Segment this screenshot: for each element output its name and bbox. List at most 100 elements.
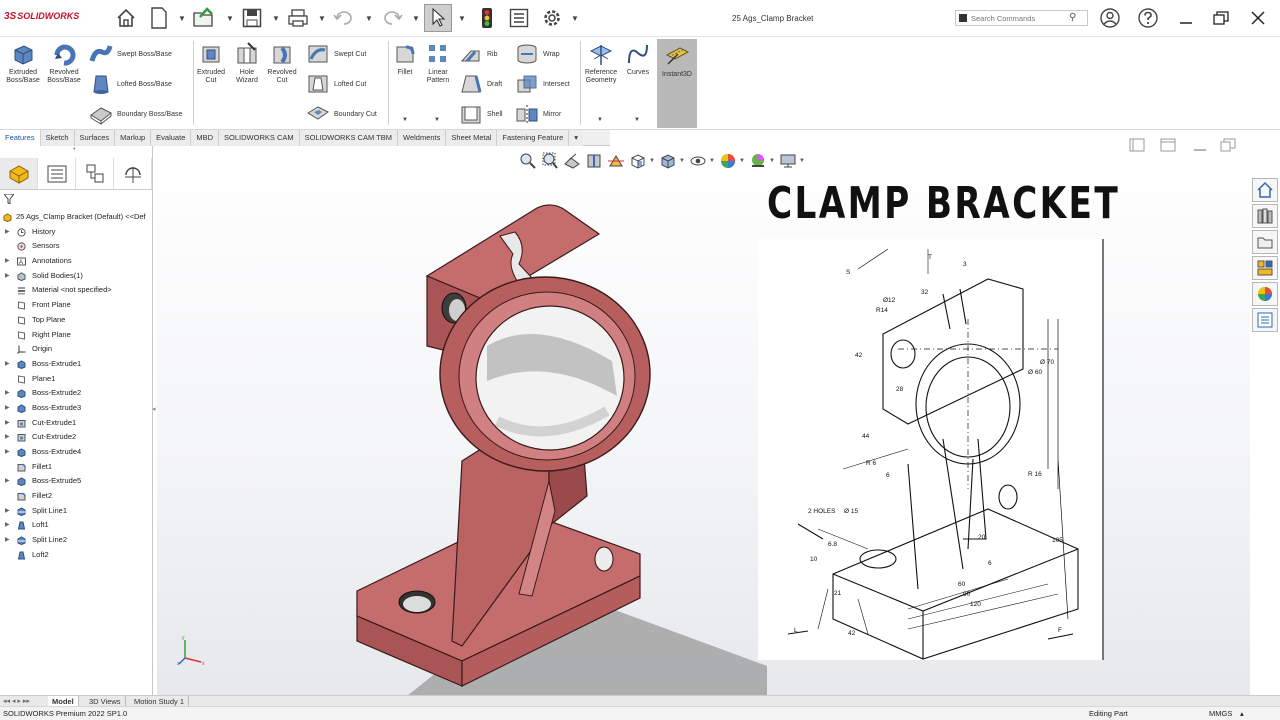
edit-appearance-icon[interactable]: [717, 152, 739, 170]
apply-scene-dropdown-icon[interactable]: ▼: [769, 158, 777, 164]
tab-fastening-feature[interactable]: Fastening Feature: [497, 130, 570, 146]
feature-manager-tab[interactable]: [0, 158, 38, 189]
tree-item-top-plane[interactable]: Top Plane: [0, 313, 153, 328]
tree-item-right-plane[interactable]: Right Plane: [0, 328, 153, 343]
pattern-dropdown-icon[interactable]: ▼: [434, 117, 440, 123]
redo-dropdown-icon[interactable]: ▼: [412, 14, 420, 23]
swept-boss-button[interactable]: Swept Boss/Base: [89, 43, 172, 65]
expand-arrow-icon[interactable]: ▶: [5, 357, 10, 371]
linear-pattern-button[interactable]: Linear Pattern: [420, 41, 456, 85]
design-library-icon[interactable]: [1252, 204, 1278, 228]
view-orientation-dropdown-icon[interactable]: ▼: [649, 158, 657, 164]
view-orientation-icon[interactable]: [627, 152, 649, 170]
undo-icon[interactable]: [330, 4, 358, 32]
display-style-dropdown-icon[interactable]: ▼: [679, 158, 687, 164]
view-settings-dropdown-icon[interactable]: ▼: [799, 158, 807, 164]
save-icon[interactable]: [238, 4, 266, 32]
apply-scene-icon[interactable]: [747, 152, 769, 170]
graphics-area[interactable]: ▼ ▼ ▼ ▼ ▼ ▼ CLAMP BRACKET 32 3 Ø12 R14 4…: [157, 138, 1250, 696]
instant3d-button[interactable]: Instant3D: [657, 39, 697, 128]
tab-sketch[interactable]: Sketch: [40, 130, 75, 146]
curves-dropdown-icon[interactable]: ▼: [634, 117, 640, 123]
hole-wizard-button[interactable]: Hole Wizard: [229, 41, 265, 85]
reference-geometry-dropdown-icon[interactable]: ▼: [597, 117, 603, 123]
tree-item-split-line2[interactable]: ▶ Split Line2: [0, 533, 153, 548]
tab-features[interactable]: Features: [0, 130, 41, 146]
expand-arrow-icon[interactable]: ▶: [5, 401, 10, 415]
boundary-cut-button[interactable]: Boundary Cut: [306, 103, 377, 125]
tree-item-split-line1[interactable]: ▶ Split Line1: [0, 504, 153, 519]
undo-dropdown-icon[interactable]: ▼: [365, 14, 373, 23]
viewport-restore-icon[interactable]: [1220, 138, 1236, 155]
tree-item-sensors[interactable]: Sensors: [0, 239, 153, 254]
curves-button[interactable]: Curves: [621, 41, 655, 77]
extruded-cut-button[interactable]: Extruded Cut: [193, 41, 229, 85]
tree-item-material-not-specified[interactable]: Material <not specified>: [0, 283, 153, 298]
tree-item-loft2[interactable]: Loft2: [0, 548, 153, 563]
tree-item-fillet2[interactable]: Fillet2: [0, 489, 153, 504]
tree-item-cut-extrude2[interactable]: ▶ Cut-Extrude2: [0, 430, 153, 445]
revolved-cut-button[interactable]: Revolved Cut: [264, 41, 300, 85]
display-style-icon[interactable]: [657, 152, 679, 170]
zoom-to-area-icon[interactable]: [539, 152, 561, 170]
fillet-dropdown-icon[interactable]: ▼: [402, 117, 408, 123]
clamp-bracket-3d-model[interactable]: [337, 196, 767, 696]
shell-button[interactable]: Shell: [459, 103, 503, 125]
tab-markup[interactable]: Markup: [115, 130, 152, 146]
expand-arrow-icon[interactable]: ▶: [5, 533, 10, 547]
tab-scroll-arrows-icon[interactable]: ◂◂ ◂ ▸ ▸▸: [3, 697, 30, 705]
mirror-button[interactable]: Mirror: [515, 103, 561, 125]
rib-button[interactable]: Rib: [459, 43, 498, 65]
print-dropdown-icon[interactable]: ▼: [318, 14, 326, 23]
minimize-button[interactable]: [1173, 6, 1199, 30]
dynamic-annotation-icon[interactable]: [605, 152, 627, 170]
file-properties-icon[interactable]: [505, 4, 533, 32]
revolved-boss-button[interactable]: Revolved Boss/Base: [44, 41, 84, 85]
expand-arrow-icon[interactable]: ▶: [5, 386, 10, 400]
tree-item-loft1[interactable]: ▶ Loft1: [0, 518, 153, 533]
search-commands-box[interactable]: ⚲: [955, 10, 1088, 26]
tree-item-boss-extrude5[interactable]: ▶ Boss-Extrude5: [0, 474, 153, 489]
tree-item-origin[interactable]: Origin: [0, 342, 153, 357]
tree-item-boss-extrude1[interactable]: ▶ Boss-Extrude1: [0, 357, 153, 372]
draft-button[interactable]: Draft: [459, 73, 502, 95]
open-document-icon[interactable]: [190, 4, 218, 32]
tab-evaluate[interactable]: Evaluate: [151, 130, 192, 146]
zoom-to-fit-icon[interactable]: [517, 152, 539, 170]
tree-item-history[interactable]: ▶ History: [0, 225, 153, 240]
save-dropdown-icon[interactable]: ▼: [272, 14, 280, 23]
intersect-button[interactable]: Intersect: [515, 73, 570, 95]
view-settings-icon[interactable]: [777, 152, 799, 170]
tree-item-boss-extrude4[interactable]: ▶ Boss-Extrude4: [0, 445, 153, 460]
search-input[interactable]: [971, 12, 1066, 24]
property-manager-tab[interactable]: [38, 158, 76, 189]
tree-root-part[interactable]: 25 Ags_Clamp Bracket (Default) <<Def: [0, 210, 153, 225]
viewport-tile-icon[interactable]: [1160, 138, 1176, 155]
previous-view-icon[interactable]: [561, 152, 583, 170]
close-button[interactable]: [1245, 6, 1271, 30]
file-explorer-icon[interactable]: [1252, 230, 1278, 254]
tab-mbd[interactable]: MBD: [191, 130, 220, 146]
panel-grip[interactable]: •: [73, 146, 75, 153]
print-icon[interactable]: [284, 4, 312, 32]
redo-icon[interactable]: [378, 4, 406, 32]
custom-properties-icon[interactable]: [1252, 308, 1278, 332]
extruded-boss-button[interactable]: Extruded Boss/Base: [3, 41, 43, 85]
user-account-icon[interactable]: [1096, 4, 1124, 32]
expand-arrow-icon[interactable]: ▶: [5, 504, 10, 518]
edit-appearance-dropdown-icon[interactable]: ▼: [739, 158, 747, 164]
expand-arrow-icon[interactable]: ▶: [5, 225, 10, 239]
expand-arrow-icon[interactable]: ▶: [5, 416, 10, 430]
open-dropdown-icon[interactable]: ▼: [226, 14, 234, 23]
appearances-scenes-icon[interactable]: [1252, 282, 1278, 306]
new-document-icon[interactable]: [145, 4, 173, 32]
hide-show-items-icon[interactable]: [687, 152, 709, 170]
tabs-overflow-icon[interactable]: ▾: [569, 130, 584, 146]
options-gear-icon[interactable]: [538, 4, 566, 32]
reference-geometry-button[interactable]: Reference Geometry: [582, 41, 620, 85]
wrap-button[interactable]: Wrap: [515, 43, 560, 65]
tab-solidworks-cam[interactable]: SOLIDWORKS CAM: [219, 130, 300, 146]
view-palette-icon[interactable]: [1252, 256, 1278, 280]
tree-item-boss-extrude3[interactable]: ▶ Boss-Extrude3: [0, 401, 153, 416]
solidworks-logo[interactable]: 3SSOLIDWORKS: [4, 11, 79, 22]
